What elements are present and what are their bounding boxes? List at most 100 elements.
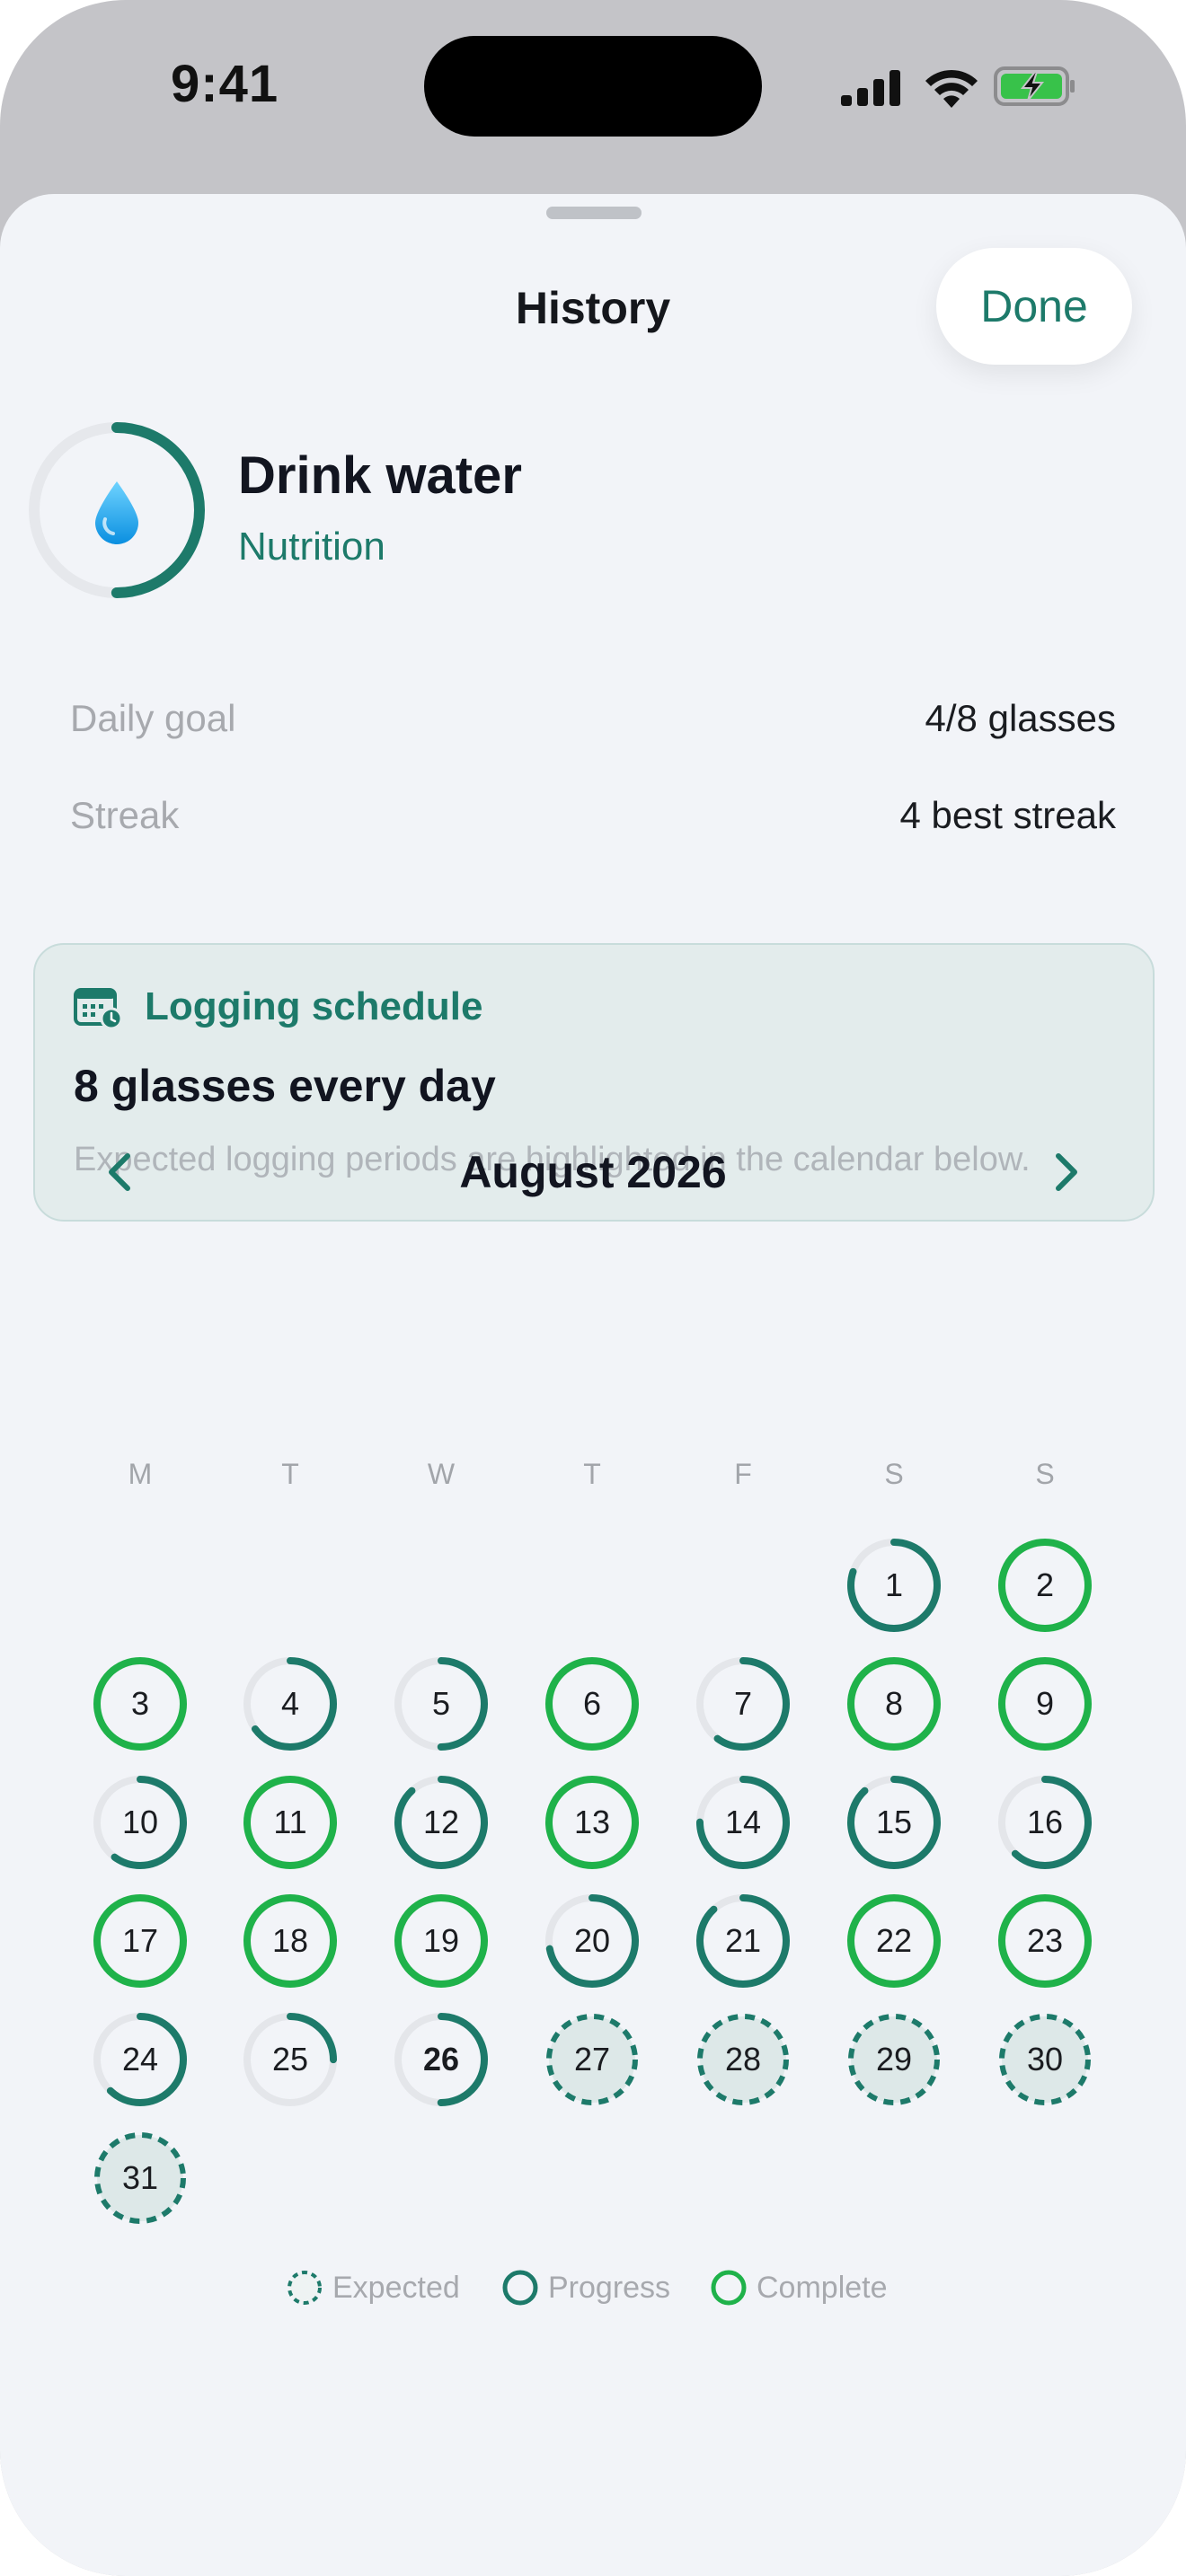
calendar-day-4[interactable]: 4 <box>237 1651 343 1757</box>
day-number: 5 <box>431 1685 451 1722</box>
day-number: 18 <box>271 1922 309 1959</box>
day-number: 31 <box>121 2159 159 2196</box>
day-number: 13 <box>573 1804 611 1840</box>
legend-expected: Expected <box>286 2265 460 2310</box>
weekday-label: F <box>734 1458 752 1490</box>
day-number: 8 <box>884 1685 904 1722</box>
wifi-icon <box>925 69 978 108</box>
day-number: 29 <box>875 2041 913 2078</box>
calendar-day-13[interactable]: 13 <box>539 1769 645 1875</box>
calendar-day-22[interactable]: 22 <box>841 1888 947 1994</box>
day-number: 19 <box>422 1922 460 1959</box>
water-drop-icon <box>95 481 138 544</box>
calendar-day-5[interactable]: 5 <box>388 1651 494 1757</box>
day-number: 20 <box>573 1922 611 1959</box>
day-number: 16 <box>1026 1804 1064 1840</box>
battery-charging-icon <box>994 66 1075 106</box>
calendar-day-18[interactable]: 18 <box>237 1888 343 1994</box>
calendar-day-2[interactable]: 2 <box>992 1532 1098 1638</box>
legend-progress: Progress <box>501 2265 670 2310</box>
calendar-day-31[interactable]: 31 <box>87 2125 193 2231</box>
status-time: 9:41 <box>171 55 279 113</box>
progress-swatch-icon <box>502 2270 538 2306</box>
expected-swatch-icon <box>288 2271 322 2305</box>
habit-name: Drink water <box>238 446 522 505</box>
calendar-day-6[interactable]: 6 <box>539 1651 645 1757</box>
calendar-day-7[interactable]: 7 <box>690 1651 796 1757</box>
weekday-label: T <box>583 1458 601 1490</box>
chevron-right-icon <box>1056 1153 1077 1191</box>
calendar-day-14[interactable]: 14 <box>690 1769 796 1875</box>
schedule-summary: 8 glasses every day <box>74 1061 496 1111</box>
day-number: 22 <box>875 1922 913 1959</box>
calendar-day-1[interactable]: 1 <box>841 1532 947 1638</box>
calendar-day-29[interactable]: 29 <box>841 2007 947 2113</box>
streak-label: Streak <box>70 794 180 836</box>
weekday-label: S <box>884 1458 904 1490</box>
calendar-day-19[interactable]: 19 <box>388 1888 494 1994</box>
weekday-label: T <box>281 1458 299 1490</box>
daily-goal-value: 4/8 glasses <box>925 697 1116 739</box>
day-number: 21 <box>724 1922 762 1959</box>
day-number: 9 <box>1035 1685 1055 1722</box>
day-number: 3 <box>130 1685 150 1722</box>
calendar-legend: Expected Progress Complete <box>0 2265 1186 2310</box>
schedule-title: Logging schedule <box>145 984 483 1028</box>
calendar-day-20[interactable]: 20 <box>539 1888 645 1994</box>
calendar-day-11[interactable]: 11 <box>237 1769 343 1875</box>
calendar-day-15[interactable]: 15 <box>841 1769 947 1875</box>
day-number: 17 <box>121 1922 159 1959</box>
weekday-label: W <box>427 1458 456 1490</box>
calendar-day-24[interactable]: 24 <box>87 2007 193 2113</box>
legend-complete-label: Complete <box>757 2270 888 2305</box>
signal-icon <box>841 70 900 106</box>
day-number: 7 <box>733 1685 753 1722</box>
calendar-day-23[interactable]: 23 <box>992 1888 1098 1994</box>
day-number: 30 <box>1026 2041 1064 2078</box>
legend-progress-label: Progress <box>548 2270 671 2305</box>
day-number: 15 <box>875 1804 913 1840</box>
weekday-label: S <box>1035 1458 1055 1490</box>
day-number: 11 <box>273 1804 307 1840</box>
day-number: 14 <box>724 1804 762 1840</box>
calendar-day-3[interactable]: 3 <box>87 1651 193 1757</box>
day-number: 12 <box>422 1804 460 1840</box>
day-number: 27 <box>573 2041 611 2078</box>
legend-complete: Complete <box>710 2265 888 2310</box>
calendar-day-26[interactable]: 26 <box>388 2007 494 2113</box>
daily-goal-label: Daily goal <box>70 697 236 739</box>
day-number: 23 <box>1026 1922 1064 1959</box>
calendar-day-27[interactable]: 27 <box>539 2007 645 2113</box>
phone-frame: 9:41 History Done Drink water Nutrition … <box>0 0 1186 2576</box>
done-button[interactable]: Done <box>936 248 1132 365</box>
calendar-day-9[interactable]: 9 <box>992 1651 1098 1757</box>
day-number: 4 <box>280 1685 300 1722</box>
day-number: 24 <box>121 2041 159 2078</box>
status-icons <box>841 65 1075 110</box>
status-bar: 9:41 <box>0 0 1186 180</box>
day-number: 10 <box>121 1804 159 1840</box>
calendar-day-17[interactable]: 17 <box>87 1888 193 1994</box>
calendar-day-25[interactable]: 25 <box>237 2007 343 2113</box>
next-month-button[interactable] <box>1035 1141 1098 1204</box>
calendar-day-28[interactable]: 28 <box>690 2007 796 2113</box>
sheet-grabber[interactable] <box>546 207 642 219</box>
habit-category: Nutrition <box>238 525 385 569</box>
legend-expected-label: Expected <box>332 2270 460 2305</box>
day-number: 2 <box>1035 1566 1055 1603</box>
calendar-day-16[interactable]: 16 <box>992 1769 1098 1875</box>
streak-value: 4 best streak <box>899 794 1116 836</box>
calendar-day-12[interactable]: 12 <box>388 1769 494 1875</box>
calendar-day-21[interactable]: 21 <box>690 1888 796 1994</box>
calendar-clock-icon <box>74 988 122 1029</box>
calendar-day-8[interactable]: 8 <box>841 1651 947 1757</box>
day-number: 6 <box>582 1685 602 1722</box>
weekday-label: M <box>128 1458 153 1490</box>
calendar-day-10[interactable]: 10 <box>87 1769 193 1875</box>
day-number: 28 <box>724 2041 762 2078</box>
complete-swatch-icon <box>711 2270 747 2306</box>
calendar-month-title: August 2026 <box>459 1147 727 1197</box>
calendar-day-30[interactable]: 30 <box>992 2007 1098 2113</box>
dynamic-island <box>424 36 762 137</box>
day-number: 25 <box>271 2041 309 2078</box>
